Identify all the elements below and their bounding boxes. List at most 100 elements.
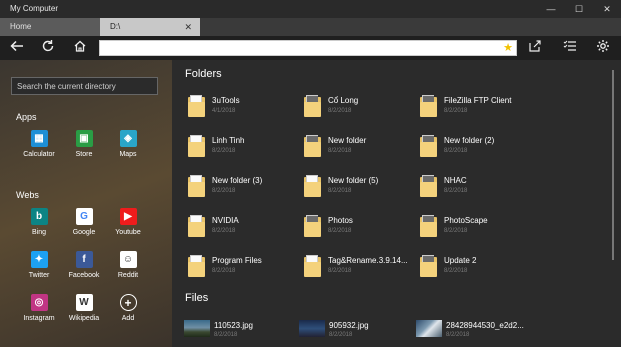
quick-item-wikipedia[interactable]: W Wikipedia	[61, 294, 107, 322]
quick-item-bing[interactable]: b Bing	[16, 208, 62, 236]
folder-item[interactable]: New folder (3) 8/2/2018	[185, 175, 297, 205]
folder-item[interactable]: PhotoScape 8/2/2018	[417, 215, 529, 245]
folder-name: New folder	[328, 136, 367, 145]
quick-item-instagram[interactable]: ◎ Instagram	[16, 294, 62, 322]
file-name: 110523.jpg	[214, 321, 253, 330]
address-input[interactable]	[100, 41, 490, 55]
file-date: 8/2/2018	[329, 332, 353, 338]
folder-item[interactable]: Photos 8/2/2018	[301, 215, 413, 245]
quick-item-label: Calculator	[23, 151, 55, 158]
google-icon: G	[75, 208, 93, 225]
folder-name: Tag&Rename.3.9.14...	[328, 256, 408, 265]
files-heading: Files	[185, 292, 209, 304]
folder-name: NVIDIA	[212, 216, 239, 225]
scrollbar[interactable]	[612, 70, 614, 260]
instagram-icon: ◎	[30, 294, 48, 311]
folder-item[interactable]: New folder (2) 8/2/2018	[417, 135, 529, 165]
folder-name: New folder (3)	[212, 176, 263, 185]
folder-date: 8/2/2018	[444, 148, 468, 154]
folder-item[interactable]: Cổ Long 8/2/2018	[301, 95, 413, 125]
folder-icon	[188, 215, 205, 238]
folder-icon	[188, 95, 205, 118]
folder-name: NHAC	[444, 176, 467, 185]
folder-icon	[420, 135, 437, 158]
folder-name: New folder (2)	[444, 136, 495, 145]
quick-item-label: Twitter	[28, 272, 50, 279]
folder-icon	[420, 175, 437, 198]
close-tab-icon[interactable]: ✕	[184, 18, 192, 36]
folder-name: New folder (5)	[328, 176, 379, 185]
folder-date: 8/2/2018	[212, 268, 236, 274]
add-icon: +	[119, 294, 137, 311]
folder-item[interactable]: Update 2 8/2/2018	[417, 255, 529, 285]
star-icon[interactable]: ★	[503, 41, 513, 55]
file-item[interactable]: 110523.jpg 8/2/2018	[184, 320, 299, 340]
folder-name: Program Files	[212, 256, 262, 265]
folder-item[interactable]: NVIDIA 8/2/2018	[185, 215, 297, 245]
folder-date: 4/1/2018	[212, 108, 236, 114]
gear-icon[interactable]	[594, 39, 612, 57]
maps-icon: ◈	[119, 130, 137, 147]
folder-name: Update 2	[444, 256, 477, 265]
folder-item[interactable]: Program Files 8/2/2018	[185, 255, 297, 285]
quick-item-label: Add	[121, 315, 135, 322]
apps-heading: Apps	[16, 112, 37, 122]
quick-item-label: Youtube	[115, 229, 141, 236]
search-box	[11, 77, 158, 95]
file-name: 28428944530_e2d2...	[446, 321, 524, 330]
sidebar: Apps ▦ Calculator ▣ Store ◈ Maps Webs b Bing GG…	[0, 60, 172, 347]
file-date: 8/2/2018	[446, 332, 470, 338]
quick-item-twitter[interactable]: ✦ Twitter	[16, 251, 62, 279]
folder-item[interactable]: FileZilla FTP Client 8/2/2018	[417, 95, 529, 125]
folder-date: 8/2/2018	[328, 108, 352, 114]
folder-date: 8/2/2018	[328, 228, 352, 234]
quick-item-calculator[interactable]: ▦ Calculator	[16, 130, 62, 158]
refresh-icon[interactable]	[39, 39, 57, 57]
tab-drive-d[interactable]: D:\ ✕	[100, 18, 200, 36]
folder-icon	[188, 175, 205, 198]
tab-drive-d-label: D:\	[110, 22, 121, 31]
selection-icon[interactable]	[561, 39, 579, 57]
quick-item-add[interactable]: + Add	[105, 294, 151, 322]
wikipedia-icon: W	[75, 294, 93, 311]
facebook-icon: f	[75, 251, 93, 268]
folder-item[interactable]: NHAC 8/2/2018	[417, 175, 529, 205]
folder-item[interactable]: 3uTools 4/1/2018	[185, 95, 297, 125]
search-input[interactable]	[12, 78, 157, 94]
folder-name: Cổ Long	[328, 96, 359, 105]
file-item[interactable]: 905932.jpg 8/2/2018	[299, 320, 414, 340]
folder-item[interactable]: Tag&Rename.3.9.14... 8/2/2018	[301, 255, 413, 285]
quick-item-youtube[interactable]: ▶ Youtube	[105, 208, 151, 236]
folder-name: Linh Tinh	[212, 136, 245, 145]
folder-item[interactable]: New folder 8/2/2018	[301, 135, 413, 165]
folder-item[interactable]: Linh Tinh 8/2/2018	[185, 135, 297, 165]
folder-icon	[420, 215, 437, 238]
folder-icon	[304, 215, 321, 238]
home-icon[interactable]	[71, 39, 89, 57]
reddit-icon: ☺	[119, 251, 137, 268]
quick-item-facebook[interactable]: f Facebook	[61, 251, 107, 279]
tab-home[interactable]: Home	[0, 18, 100, 36]
close-window-button[interactable]: ✕	[593, 0, 621, 18]
folder-date: 8/2/2018	[444, 188, 468, 194]
maximize-button[interactable]: ☐	[565, 0, 593, 18]
folder-name: Photos	[328, 216, 353, 225]
file-name: 905932.jpg	[329, 321, 369, 330]
folder-item[interactable]: New folder (5) 8/2/2018	[301, 175, 413, 205]
minimize-button[interactable]: —	[537, 0, 565, 18]
quick-item-google[interactable]: G Google	[61, 208, 107, 236]
folder-icon	[188, 255, 205, 278]
twitter-icon: ✦	[30, 251, 48, 268]
address-bar: ★	[99, 40, 517, 56]
quick-item-reddit[interactable]: ☺ Reddit	[105, 251, 151, 279]
file-item[interactable]: 28428944530_e2d2... 8/2/2018	[416, 320, 531, 340]
back-arrow-icon[interactable]	[8, 39, 26, 57]
folder-icon	[304, 255, 321, 278]
title-bar: My Computer — ☐ ✕	[0, 0, 621, 18]
share-icon[interactable]	[526, 39, 544, 57]
folder-date: 8/2/2018	[212, 188, 236, 194]
folder-date: 8/2/2018	[212, 148, 236, 154]
file-date: 8/2/2018	[214, 332, 238, 338]
quick-item-store[interactable]: ▣ Store	[61, 130, 107, 158]
quick-item-maps[interactable]: ◈ Maps	[105, 130, 151, 158]
